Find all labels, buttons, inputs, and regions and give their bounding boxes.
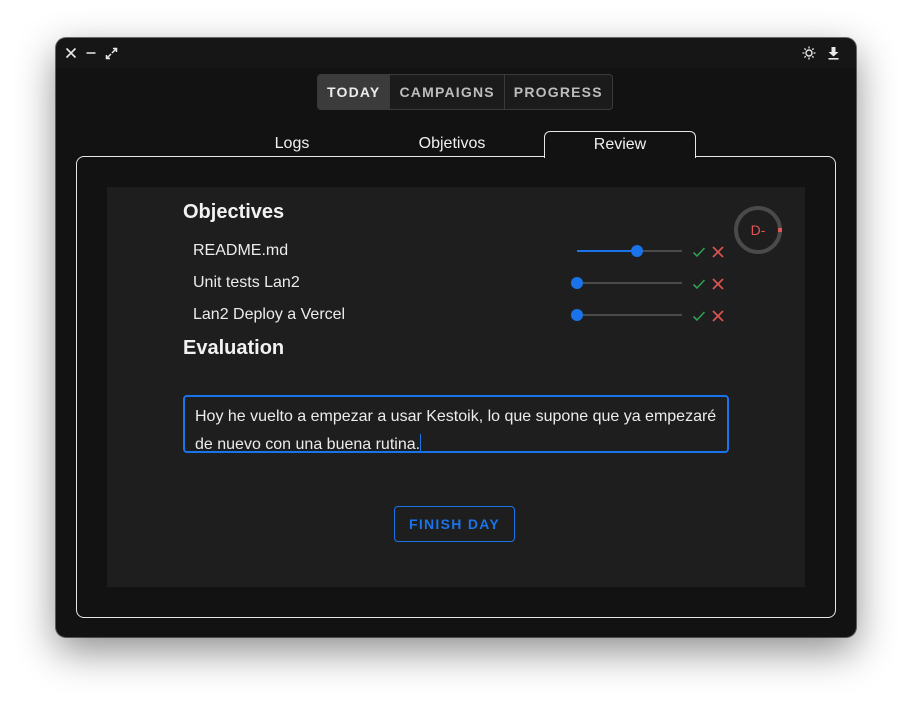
nav-progress[interactable]: PROGRESS bbox=[503, 75, 612, 109]
evaluation-text: Hoy he vuelto a empezar a usar Kestoik, … bbox=[195, 408, 717, 453]
title-bar bbox=[56, 38, 856, 68]
close-icon[interactable] bbox=[63, 45, 79, 61]
objective-label: README.md bbox=[193, 242, 289, 259]
objective-progress-slider[interactable] bbox=[577, 245, 682, 257]
nav-today[interactable]: TODAY bbox=[318, 75, 390, 109]
grade-indicator: D- bbox=[734, 206, 786, 258]
objectives-heading: Objectives bbox=[183, 201, 285, 223]
brightness-icon[interactable] bbox=[801, 45, 817, 61]
objective-label: Unit tests Lan2 bbox=[193, 274, 300, 291]
x-icon[interactable] bbox=[711, 309, 725, 323]
objective-progress-slider[interactable] bbox=[571, 309, 682, 321]
maximize-icon[interactable] bbox=[103, 45, 119, 61]
evaluation-textarea[interactable]: Hoy he vuelto a empezar a usar Kestoik, … bbox=[183, 395, 729, 453]
check-icon[interactable] bbox=[692, 277, 706, 291]
main-nav: TODAY CAMPAIGNS PROGRESS bbox=[317, 74, 613, 110]
app-window: TODAY CAMPAIGNS PROGRESS Logs Objetivos … bbox=[56, 38, 856, 637]
tab-review[interactable]: Review bbox=[544, 131, 696, 158]
objective-label: Lan2 Deploy a Vercel bbox=[193, 306, 346, 323]
check-icon[interactable] bbox=[692, 245, 706, 259]
x-icon[interactable] bbox=[711, 245, 725, 259]
download-icon[interactable] bbox=[825, 45, 841, 61]
x-icon[interactable] bbox=[711, 277, 725, 291]
finish-day-button[interactable]: FINISH DAY bbox=[394, 506, 515, 542]
tab-logs[interactable]: Logs bbox=[252, 131, 332, 156]
tab-objetivos[interactable]: Objetivos bbox=[406, 131, 498, 156]
evaluation-heading: Evaluation bbox=[183, 337, 285, 359]
grade-label: D- bbox=[750, 222, 766, 238]
text-caret bbox=[420, 434, 422, 452]
minimize-icon[interactable] bbox=[83, 45, 99, 61]
nav-campaigns[interactable]: CAMPAIGNS bbox=[389, 75, 503, 109]
objective-progress-slider[interactable] bbox=[571, 277, 682, 289]
check-icon[interactable] bbox=[692, 309, 706, 323]
